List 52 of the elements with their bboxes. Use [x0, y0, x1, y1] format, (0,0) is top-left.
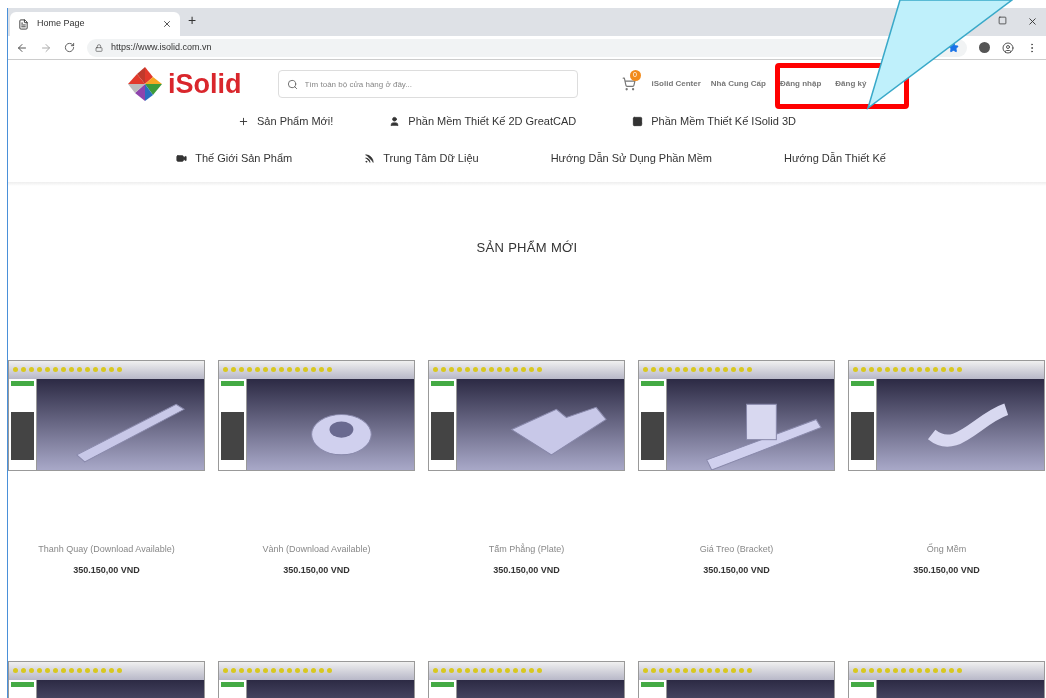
product-price: 350.150,00 VND [703, 564, 770, 577]
user-icon [389, 115, 401, 127]
lock-icon [95, 43, 103, 52]
nav-link[interactable]: Trung Tâm Dữ Liệu [364, 149, 479, 167]
back-icon[interactable] [16, 41, 28, 54]
video-icon [176, 152, 188, 164]
section-title: SẢN PHẨM MỚI [476, 239, 578, 257]
reload-icon[interactable] [64, 42, 75, 53]
address-bar[interactable]: https://www.isolid.com.vn [87, 38, 967, 57]
product-title[interactable]: Giá Treo (Bracket) [699, 542, 774, 556]
cad-screenshot-thumbnail[interactable] [8, 359, 205, 471]
url-text: https://www.isolid.com.vn [111, 40, 213, 54]
header-link[interactable]: Nhà Cung Cấp [710, 78, 766, 90]
header-link[interactable]: iSolid Center [651, 78, 701, 90]
tab-title: Home Page [37, 17, 86, 31]
logo-icon [126, 65, 164, 103]
product-title[interactable]: Thanh Quay (Download Available) [38, 542, 175, 556]
nav-link[interactable]: Phần Mềm Thiết Kế 2D GreatCAD [389, 112, 577, 130]
profile-icon[interactable] [1002, 41, 1014, 54]
product-title[interactable]: Ống Mềm [926, 542, 967, 556]
nav-link[interactable]: Phần Mềm Thiết Kế ISolid 3D [632, 112, 796, 130]
new-tab-button[interactable]: + [188, 10, 197, 31]
close-icon[interactable] [1027, 16, 1038, 27]
product-price: 350.150,00 VND [73, 564, 140, 577]
product-price: 350.150,00 VND [283, 564, 350, 577]
product-price: 350.150,00 VND [493, 564, 560, 577]
search-icon [286, 78, 298, 90]
product-title[interactable]: Tấm Phẳng (Plate) [488, 542, 565, 556]
nav-link[interactable]: Thế Giới Sản Phẩm [176, 149, 293, 167]
search-field[interactable]: Tìm toàn bộ cửa hàng ở đây... [277, 70, 578, 99]
product-title[interactable]: Vành (Download Available) [262, 542, 371, 556]
nav-link[interactable]: Sản Phẩm Mới! [238, 112, 334, 130]
auth-link[interactable]: Đăng nhập [779, 78, 822, 90]
page-icon [18, 18, 29, 30]
browser-tab[interactable]: Home Page [10, 12, 180, 36]
product-price: 350.150,00 VND [913, 564, 980, 577]
cart-icon[interactable] [621, 77, 636, 91]
cad-screenshot-thumbnail[interactable] [638, 359, 835, 471]
image-icon [632, 115, 644, 127]
rss-icon [364, 152, 376, 164]
cad-screenshot-thumbnail[interactable] [428, 359, 625, 471]
maximize-icon[interactable] [998, 16, 1007, 25]
bookmark-star-icon[interactable] [948, 42, 959, 53]
logo-text[interactable]: iSolid [168, 63, 242, 105]
nav-link[interactable]: Hướng Dẫn Sử Dụng Phần Mềm [550, 149, 712, 167]
cad-screenshot-thumbnail[interactable] [848, 359, 1045, 471]
close-icon[interactable] [162, 19, 172, 29]
nav-link[interactable]: Hướng Dẫn Thiết Kế [784, 149, 886, 167]
auth-link[interactable]: Đăng ký [835, 78, 867, 90]
cad-screenshot-thumbnail[interactable] [218, 359, 415, 471]
extension-icon[interactable] [979, 42, 990, 53]
plus-icon [238, 115, 250, 127]
